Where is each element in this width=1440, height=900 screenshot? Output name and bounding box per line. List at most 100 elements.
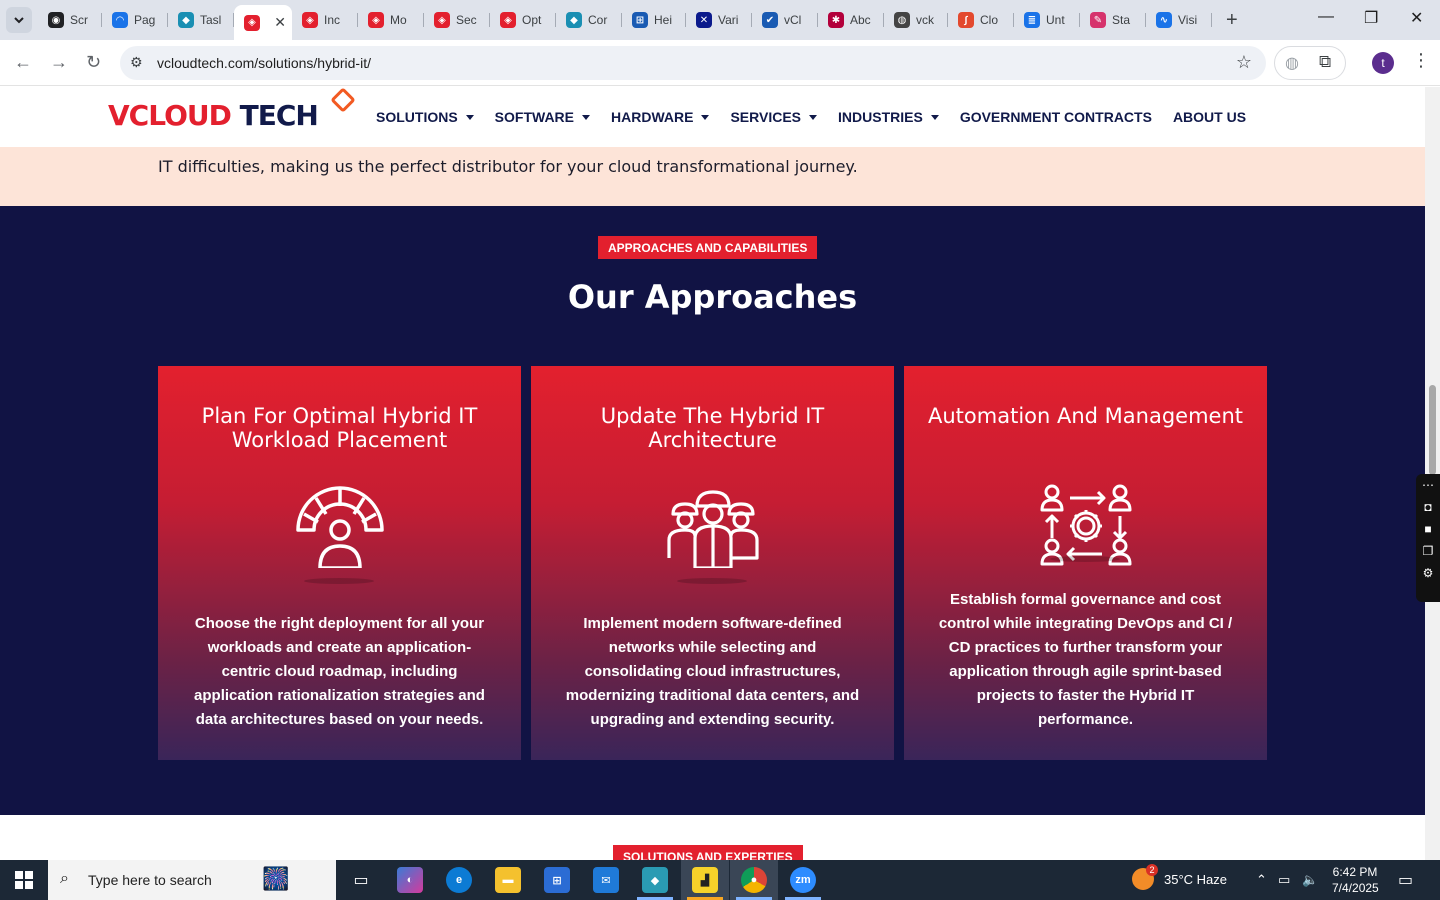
tab-label: Scr — [70, 13, 88, 27]
start-button[interactable] — [0, 860, 48, 900]
bookmark-star-icon[interactable]: ☆ — [1236, 52, 1252, 73]
logo-v: V — [108, 99, 130, 132]
approaches-kicker: APPROACHES AND CAPABILITIES — [598, 236, 818, 259]
taskbar-search[interactable]: ⌕ Type here to search 🎆 — [48, 860, 336, 900]
tab-search-button[interactable] — [6, 7, 32, 33]
window-icon[interactable]: ❐ — [1423, 544, 1434, 558]
scrollbar-thumb[interactable] — [1429, 385, 1436, 475]
browser-tab-7[interactable]: ◈ Opt — [490, 7, 556, 33]
solutions-kicker: SOLUTIONS AND EXPERTIES — [613, 845, 803, 860]
tab-label: vck — [916, 13, 934, 27]
close-window-button[interactable]: ✕ — [1410, 8, 1423, 28]
puzzle-icon[interactable]: ⧉ — [1319, 52, 1331, 72]
restore-button[interactable]: ❐ — [1364, 8, 1378, 28]
tab-close-icon[interactable]: ✕ — [274, 14, 286, 31]
copilot-icon[interactable]: ◐ — [397, 867, 423, 893]
browser-tab-12[interactable]: ✱ Abc — [818, 7, 884, 33]
tab-favicon-icon: ✔ — [762, 12, 778, 28]
browser-tab-10[interactable]: ✕ Vari — [686, 7, 752, 33]
weather-text[interactable]: 35°C Haze — [1164, 872, 1227, 887]
approaches-section: APPROACHES AND CAPABILITIES Our Approach… — [0, 206, 1425, 815]
caret-down-icon — [930, 114, 939, 120]
browser-tab-4[interactable]: ◈ Inc — [292, 7, 358, 33]
card-title: Update The Hybrid IT Architecture — [600, 404, 825, 452]
weather-icon[interactable]: 2 — [1132, 864, 1158, 890]
tab-label: Sta — [1112, 13, 1131, 27]
reload-button[interactable]: ↻ — [86, 52, 101, 73]
browser-menu-icon[interactable]: ⋮ — [1412, 50, 1430, 71]
engineers-team-icon — [667, 490, 759, 568]
nav-label: ABOUT US — [1172, 109, 1247, 125]
browser-tab-5[interactable]: ◈ Mo — [358, 7, 424, 33]
tab-label: Tasl — [200, 13, 222, 27]
edge-icon[interactable]: e — [446, 867, 472, 893]
browser-tab-2[interactable]: ◆ Tasl — [168, 7, 234, 33]
browser-tab-6[interactable]: ◈ Sec — [424, 7, 490, 33]
tab-favicon-icon: ✱ — [828, 12, 844, 28]
mail-icon[interactable]: ✉ — [593, 867, 619, 893]
tab-favicon-icon: ◈ — [244, 14, 260, 31]
site-info-icon[interactable]: ⚙ — [130, 54, 143, 71]
forward-button[interactable]: → — [50, 52, 68, 73]
tab-label: Sec — [456, 13, 477, 27]
approach-card-2: Update The Hybrid IT Architecture Implem… — [531, 366, 894, 760]
chrome-icon[interactable]: ● — [741, 867, 767, 893]
card-title: Plan For Optimal Hybrid IT Workload Plac… — [201, 404, 478, 452]
browser-tab-8[interactable]: ◆ Cor — [556, 7, 622, 33]
new-tab-button[interactable]: + — [1226, 9, 1238, 32]
globe-icon[interactable]: ◍ — [1285, 53, 1299, 73]
taskbar-clock[interactable]: 6:42 PM 7/4/2025 — [1332, 864, 1379, 896]
show-hidden-icons[interactable]: ⌃ — [1256, 872, 1267, 888]
browser-tab-0[interactable]: ◉ Scr — [38, 7, 102, 33]
app-diamond-icon[interactable]: ◆ — [642, 867, 668, 893]
nav-label: SOLUTIONS — [376, 109, 458, 125]
browser-tab-11[interactable]: ✔ vCl — [752, 7, 818, 33]
nav-item-hardware[interactable]: HARDWARE — [611, 109, 710, 125]
tab-label: Inc — [324, 13, 341, 27]
site-header: VCLOUD TECH SOLUTIONS SOFTWARE HARDWARE SER… — [0, 87, 1425, 147]
browser-tab-15[interactable]: ≣ Unt — [1014, 7, 1080, 33]
nav-label: HARDWARE — [611, 109, 694, 125]
back-button[interactable]: ← — [14, 52, 32, 73]
browser-tab-16[interactable]: ✎ Sta — [1080, 7, 1146, 33]
nav-item-government-contracts[interactable]: GOVERNMENT CONTRACTS — [960, 109, 1152, 125]
sticky-notes-slot[interactable]: ▟ — [681, 860, 729, 900]
browser-tab-9[interactable]: ⊞ Hei — [622, 7, 686, 33]
nav-item-about-us[interactable]: ABOUT US — [1173, 109, 1246, 125]
browser-tab-3[interactable]: ◈ ✕ — [234, 5, 292, 40]
link-icon[interactable]: ⋯ — [1422, 478, 1434, 492]
tab-label: Clo — [980, 13, 999, 27]
nav-item-software[interactable]: SOFTWARE — [495, 109, 591, 125]
browser-tab-14[interactable]: ∫ Clo — [948, 7, 1014, 33]
browser-toolbar: ← → ↻ ⚙ vcloudtech.com/solutions/hybrid-… — [0, 40, 1440, 86]
card-description: Implement modern software-defined networ… — [565, 615, 860, 728]
profile-avatar[interactable]: t — [1372, 52, 1394, 74]
nav-item-services[interactable]: SERVICES — [730, 109, 818, 125]
gear-icon[interactable]: ⚙ — [1423, 566, 1434, 580]
sticky-notes-icon[interactable]: ▟ — [692, 867, 718, 893]
extensions-group[interactable]: ◍ ⧉ — [1274, 46, 1346, 80]
address-bar[interactable]: ⚙ vcloudtech.com/solutions/hybrid-it/ ☆ — [120, 46, 1266, 80]
chrome-slot[interactable]: ● — [730, 860, 778, 900]
nav-item-industries[interactable]: INDUSTRIES — [838, 109, 939, 125]
browser-tab-1[interactable]: ◠ Pag — [102, 7, 168, 33]
browser-tab-13[interactable]: ◍ vck — [884, 7, 948, 33]
zoom-icon[interactable]: zm — [790, 867, 816, 893]
minimize-button[interactable]: — — [1318, 8, 1334, 26]
tab-label: Abc — [850, 13, 871, 27]
browser-tab-17[interactable]: ∿ Visi — [1146, 7, 1212, 33]
task-view-icon[interactable]: ▭ — [348, 867, 374, 893]
video-icon[interactable]: ■ — [1424, 522, 1431, 536]
nav-item-solutions[interactable]: SOLUTIONS — [376, 109, 474, 125]
store-icon[interactable]: ⊞ — [544, 867, 570, 893]
camera-icon[interactable]: ◘ — [1424, 500, 1431, 514]
file-explorer-icon[interactable]: ▬ — [495, 867, 521, 893]
volume-icon[interactable]: 🔈 — [1302, 872, 1318, 888]
network-icon[interactable]: ▭ — [1278, 872, 1290, 888]
notifications-icon[interactable]: ▭ — [1398, 870, 1413, 890]
clock-date: 7/4/2025 — [1332, 881, 1379, 895]
logo-tech: TECH — [230, 99, 319, 132]
url-text[interactable]: vcloudtech.com/solutions/hybrid-it/ — [157, 55, 371, 71]
tab-label: Unt — [1046, 13, 1065, 27]
vcloudtech-logo[interactable]: VCLOUD TECH — [108, 87, 356, 133]
